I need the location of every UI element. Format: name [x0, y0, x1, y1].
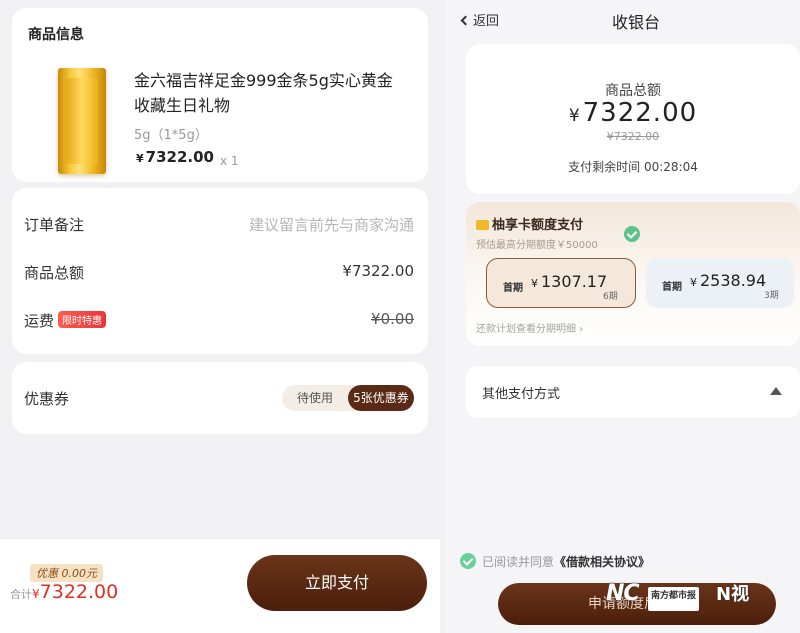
order-details-card: 订单备注 建议留言前先与商家沟通 商品总额 ¥7322.00 运费 限时特惠 ¥0… — [12, 188, 428, 354]
cashier-panel: 返回 收银台 商品总额 ¥7322.00 ¥7322.00 支付剩余时间 00:… — [446, 0, 800, 633]
shipping-label: 运费 — [24, 312, 55, 330]
discount-tag: 优惠 0.00元 — [30, 564, 103, 582]
total-amount: 合计¥7322.00 — [10, 581, 118, 603]
remark-input[interactable]: 建议留言前先与商家沟通 — [249, 214, 414, 235]
subtotal-value: ¥7322.00 — [342, 262, 414, 280]
total-value: 7322.00 — [39, 581, 119, 603]
installment-details-link[interactable]: 还款计划查看分期明细 › — [476, 320, 583, 335]
check-circle-icon[interactable] — [460, 553, 476, 569]
product-name: 金六福吉祥足金999金条5g实心黄金收藏生日礼物 — [134, 71, 393, 115]
coupon-card[interactable]: 优惠券 待使用 5张优惠券 — [12, 362, 428, 434]
plan-amount: ¥1307.17 — [531, 272, 607, 291]
card-folder-icon — [476, 220, 489, 230]
plan-first-label: 首期 — [503, 283, 523, 294]
agreement-row[interactable]: 已阅读并同意《借款相关协议》 — [460, 553, 650, 570]
product-spec: 5g（1*5g） — [134, 128, 208, 143]
order-confirm-panel: 商品信息 金六福吉祥足金999金条5g实心黄金收藏生日礼物 5g（1*5g） ¥… — [0, 0, 440, 633]
installment-plan-3[interactable]: 首期 ¥2538.94 3期 — [646, 258, 794, 308]
subtotal-row: 商品总额 ¥7322.00 — [24, 262, 414, 286]
product-price-value: 7322.00 — [145, 148, 214, 166]
coupon-pending-option[interactable]: 待使用 — [282, 385, 348, 411]
amount-label: 商品总额 — [605, 83, 661, 99]
other-methods-label: 其他支付方式 — [482, 387, 561, 402]
card-pay-title-text: 柚享卡额度支付 — [492, 218, 584, 233]
watermark-paper-name: 南方都市报 — [648, 587, 700, 611]
coupon-selector[interactable]: 待使用 5张优惠券 — [282, 385, 414, 411]
remark-row[interactable]: 订单备注 建议留言前先与商家沟通 — [24, 214, 414, 238]
loan-agreement-link[interactable]: 《借款相关协议》 — [554, 555, 650, 569]
product-price: ¥7322.00 — [136, 148, 214, 166]
currency-symbol: ¥ — [32, 587, 40, 601]
amount-value: ¥7322.00 — [466, 98, 800, 128]
product-quantity: x 1 — [220, 154, 239, 168]
installment-plan-6[interactable]: 首期 ¥1307.17 6期 — [486, 258, 636, 308]
other-payment-methods[interactable]: 其他支付方式 — [466, 366, 800, 418]
plan-periods: 6期 — [603, 292, 618, 302]
currency-symbol: ¥ — [531, 277, 538, 290]
amount-original: ¥7322.00 — [606, 130, 660, 143]
coupon-label: 优惠券 — [24, 390, 70, 408]
plan-periods: 3期 — [764, 291, 779, 301]
shipping-value: ¥0.00 — [371, 310, 414, 328]
plan-first-label: 首期 — [662, 282, 682, 293]
plan-amount: ¥2538.94 — [690, 271, 766, 290]
product-card[interactable]: 商品信息 金六福吉祥足金999金条5g实心黄金收藏生日礼物 5g（1*5g） ¥… — [12, 8, 428, 182]
remark-label: 订单备注 — [24, 216, 85, 234]
agree-prefix: 已阅读并同意 — [482, 555, 555, 569]
back-label: 返回 — [473, 14, 500, 29]
limited-offer-badge: 限时特惠 — [58, 311, 107, 328]
page-title: 收银台 — [612, 13, 661, 32]
back-button[interactable]: 返回 — [460, 10, 500, 29]
watermark-logo: NC — [606, 581, 640, 606]
currency-symbol: ¥ — [136, 152, 144, 165]
pay-now-button[interactable]: 立即支付 — [247, 555, 427, 611]
shipping-row: 运费 限时特惠 ¥0.00 — [24, 310, 414, 334]
currency-symbol: ¥ — [690, 276, 697, 289]
currency-symbol: ¥ — [568, 106, 581, 126]
gold-bar-image — [58, 68, 106, 174]
card-pay-title: 柚享卡额度支付 — [476, 214, 583, 233]
plan-amount-value: 1307.17 — [541, 272, 608, 291]
watermark-video-logo: N视 — [716, 584, 750, 605]
checkout-bar: 优惠 0.00元 合计¥7322.00 立即支付 — [0, 538, 440, 633]
payment-timer: 支付剩余时间 00:28:04 — [568, 160, 698, 174]
amount-number: 7322.00 — [582, 98, 698, 128]
shipping-label-wrap: 运费 限时特惠 — [24, 310, 107, 331]
subtotal-label: 商品总额 — [24, 264, 85, 282]
product-section-title: 商品信息 — [28, 27, 84, 43]
card-pay-subtitle: 预估最高分期额度￥50000 — [476, 240, 598, 251]
card-credit-payment[interactable]: 柚享卡额度支付 预估最高分期额度￥50000 首期 ¥1307.17 6期 首期… — [466, 202, 800, 346]
plan-amount-value: 2538.94 — [700, 271, 767, 290]
check-circle-icon — [624, 226, 640, 242]
coupon-count-option[interactable]: 5张优惠券 — [348, 385, 414, 411]
total-prefix: 合计 — [10, 588, 32, 601]
caret-up-icon — [770, 387, 782, 395]
amount-card: 商品总额 ¥7322.00 ¥7322.00 支付剩余时间 00:28:04 — [466, 44, 800, 194]
chevron-left-icon — [460, 15, 471, 26]
